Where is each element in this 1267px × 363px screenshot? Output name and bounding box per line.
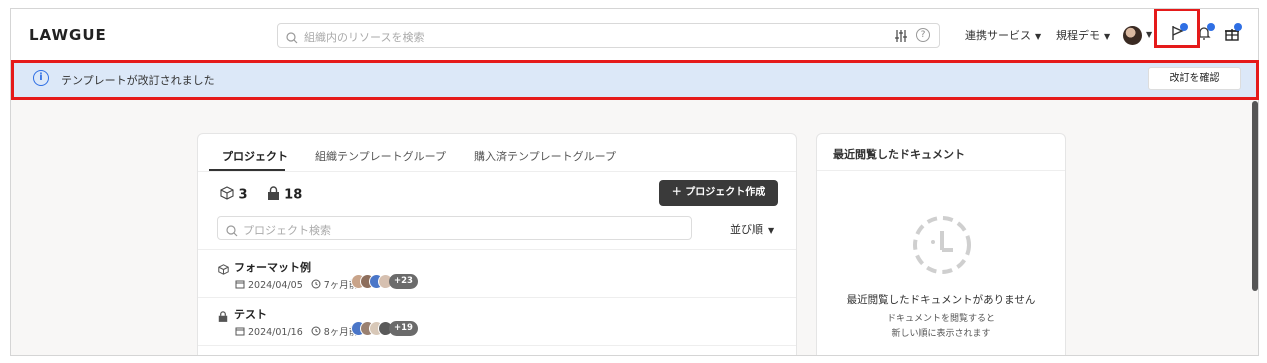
sort-label: 並び順: [730, 223, 763, 236]
recent-documents-title: 最近閲覧したドキュメント: [833, 148, 965, 161]
banner-highlight-box: [11, 60, 1259, 100]
project-name[interactable]: フォーマット例: [234, 259, 311, 275]
chevron-down-icon: ▼: [1035, 32, 1042, 41]
tabs-divider: [198, 171, 796, 172]
page-scrollbar[interactable]: [1252, 101, 1258, 291]
global-search-input[interactable]: 組織内のリソースを検索 ?: [277, 23, 940, 48]
create-project-button[interactable]: ＋ プロジェクト作成: [659, 180, 778, 206]
box-icon: [218, 260, 229, 279]
list-divider: [198, 249, 796, 250]
empty-recent-icon: [911, 214, 973, 280]
user-avatar[interactable]: [1123, 26, 1142, 45]
chevron-down-icon: ▼: [768, 226, 775, 235]
top-header: LAWGUE 組織内のリソースを検索 ? 連携サービス ▼ 規程デモ ▼ ▼: [11, 9, 1258, 61]
clock-icon: [311, 279, 321, 292]
recent-documents-card: 最近閲覧したドキュメント 最近閲覧したドキュメントがありません ドキュメントを閲…: [816, 133, 1066, 355]
box-icon: [220, 186, 234, 204]
integrations-label: 連携サービス: [965, 29, 1031, 42]
extra-members-badge: +19: [389, 321, 418, 336]
lock-icon: [218, 307, 228, 326]
app-logo[interactable]: LAWGUE: [29, 26, 107, 44]
project-card: プロジェクト 組織テンプレートグループ 購入済テンプレートグループ 3 18 ＋…: [197, 133, 797, 355]
project-date: 2024/01/16: [248, 327, 303, 338]
search-icon: [286, 29, 298, 48]
clock-icon: [311, 326, 321, 339]
chevron-down-icon: ▼: [1104, 32, 1111, 41]
chevron-down-icon[interactable]: ▼: [1146, 30, 1152, 39]
extra-members-badge: +23: [389, 274, 418, 289]
integrations-menu[interactable]: 連携サービス ▼: [965, 27, 1041, 43]
tab-org-template-groups[interactable]: 組織テンプレートグループ: [315, 148, 446, 164]
project-search-placeholder: プロジェクト検索: [243, 224, 331, 237]
workspace-label: 規程デモ: [1056, 29, 1100, 42]
project-counts: 3 18: [220, 186, 302, 204]
list-divider: [198, 297, 796, 298]
sort-dropdown[interactable]: 並び順 ▼: [730, 221, 774, 237]
flag-highlight-box: [1154, 9, 1200, 48]
empty-state-line: ドキュメントを閲覧すると: [886, 314, 995, 324]
tab-purchased-template-groups[interactable]: 購入済テンプレートグループ: [474, 148, 616, 164]
empty-state-description: ドキュメントを閲覧すると 新しい順に表示されます: [817, 312, 1065, 342]
tab-projects[interactable]: プロジェクト: [222, 148, 288, 164]
project-name[interactable]: テスト: [234, 306, 267, 322]
empty-state-line: 新しい順に表示されます: [891, 329, 991, 339]
search-placeholder: 組織内のリソースを検索: [304, 31, 425, 44]
lock-icon: [267, 186, 280, 204]
bell-notification-dot: [1207, 23, 1215, 31]
public-count: 3: [238, 187, 248, 203]
filter-sliders-icon[interactable]: [894, 28, 908, 47]
list-divider: [198, 345, 796, 346]
help-icon[interactable]: ?: [916, 28, 930, 42]
calendar-icon: [235, 326, 245, 339]
empty-state-title: 最近閲覧したドキュメントがありません: [846, 294, 1036, 306]
gift-notification-dot: [1234, 23, 1242, 31]
calendar-icon: [235, 279, 245, 292]
private-count: 18: [284, 187, 303, 203]
project-search-input[interactable]: プロジェクト検索: [217, 216, 692, 240]
workspace-menu[interactable]: 規程デモ ▼: [1056, 27, 1110, 43]
search-icon: [226, 222, 238, 241]
card-divider: [817, 170, 1065, 171]
project-date: 2024/04/05: [248, 280, 303, 291]
